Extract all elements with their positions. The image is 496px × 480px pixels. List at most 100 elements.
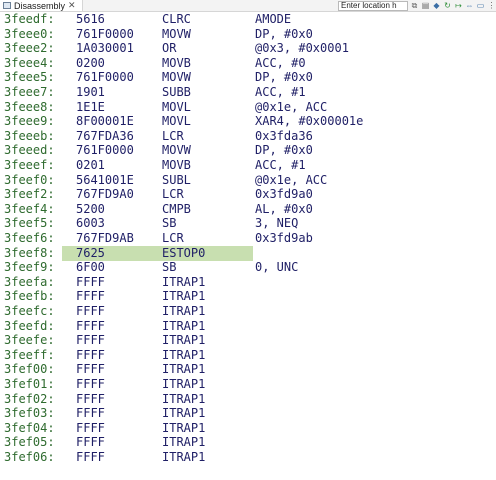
opcode-cell: 5641001E — [76, 172, 134, 187]
operands-cell: 0x3fd9a0 — [255, 187, 313, 202]
link-icon[interactable]: ⇔ — [465, 1, 474, 10]
address-cell: 3fef04: — [4, 420, 55, 435]
opcode-cell: FFFF — [76, 304, 105, 318]
disassembly-row[interactable]: 3feef4: 5200 CMPB AL, #0x0 — [0, 202, 496, 217]
tab-disassembly[interactable]: Disassembly ✕ — [0, 0, 83, 11]
disassembly-row[interactable]: 3feefa: FFFF ITRAP1 — [0, 275, 496, 290]
mnemonic-cell: ITRAP1 — [162, 333, 206, 348]
address-cell: 3fef05: — [4, 435, 55, 450]
mnemonic-cell: ITRAP1 — [162, 274, 206, 289]
mnemonic-cell: ITRAP1 — [162, 289, 206, 304]
pin-icon[interactable]: ◆ — [432, 1, 441, 10]
bookmark-icon[interactable]: ▤ — [421, 1, 430, 10]
refresh-icon[interactable]: ↻ — [443, 1, 452, 10]
mnemonic-cell: ESTOP0 — [162, 245, 206, 260]
mnemonic-cell: LCR — [162, 128, 184, 143]
view-menu-icon[interactable]: ⋮ — [487, 1, 496, 10]
address-cell: 3fef06: — [4, 450, 55, 464]
disassembly-row[interactable]: 3feef5: 6003 SB 3, NEQ — [0, 216, 496, 231]
disassembly-row[interactable]: 3feefd: FFFF ITRAP1 — [0, 319, 496, 334]
mnemonic-cell: CLRC — [162, 12, 191, 26]
disassembly-row[interactable]: 3feeed: 761F0000 MOVW DP, #0x0 — [0, 143, 496, 158]
disassembly-row[interactable]: 3feef9: 6F00 SB 0, UNC — [0, 260, 496, 275]
address-cell: 3feef5: — [4, 216, 55, 231]
disassembly-row[interactable]: 3feedf: 5616 CLRC AMODE — [0, 12, 496, 27]
disassembly-row[interactable]: 3feef2: 767FD9A0 LCR 0x3fd9a0 — [0, 187, 496, 202]
operands-cell: DP, #0x0 — [255, 70, 313, 85]
disassembly-row[interactable]: 3feee7: 1901 SUBB ACC, #1 — [0, 85, 496, 100]
mnemonic-cell: ITRAP1 — [162, 362, 206, 377]
opcode-cell: FFFF — [76, 450, 105, 464]
disassembly-row[interactable]: 3feef6: 767FD9AB LCR 0x3fd9ab — [0, 231, 496, 246]
opcode-cell: FFFF — [76, 289, 105, 304]
disassembly-row[interactable]: 3fef03: FFFF ITRAP1 — [0, 406, 496, 421]
disassembly-row[interactable]: 3fef01: FFFF ITRAP1 — [0, 377, 496, 392]
close-icon[interactable]: ✕ — [68, 1, 76, 10]
opcode-cell: 1901 — [76, 85, 105, 99]
operands-cell: 0, UNC — [255, 260, 299, 275]
address-cell: 3feef8: — [4, 245, 55, 260]
disassembly-row[interactable]: 3feee0: 761F0000 MOVW DP, #0x0 — [0, 27, 496, 42]
opcode-cell: FFFF — [76, 406, 105, 421]
opcode-cell: 8F00001E — [76, 114, 134, 129]
mnemonic-cell: ITRAP1 — [162, 347, 206, 362]
mnemonic-cell: LCR — [162, 231, 184, 245]
address-cell: 3feefa: — [4, 274, 55, 289]
opcode-cell: FFFF — [76, 435, 105, 450]
copy-icon[interactable]: ⧉ — [410, 1, 419, 10]
disassembly-row[interactable]: 3feee2: 1A030001 OR @0x3, #0x0001 — [0, 41, 496, 56]
address-cell: 3feefe: — [4, 333, 55, 348]
mnemonic-cell: SB — [162, 216, 177, 231]
mnemonic-cell: CMPB — [162, 201, 191, 216]
disassembly-row[interactable]: 3fef00: FFFF ITRAP1 — [0, 362, 496, 377]
disassembly-row[interactable]: 3feee9: 8F00001E MOVL XAR4, #0x00001e — [0, 114, 496, 129]
disassembly-row[interactable]: 3feefe: FFFF ITRAP1 — [0, 333, 496, 348]
mnemonic-cell: OR — [162, 41, 177, 56]
address-cell: 3feefd: — [4, 318, 55, 333]
disassembly-row[interactable]: 3feefb: FFFF ITRAP1 — [0, 289, 496, 304]
disassembly-row[interactable]: 3fef06: FFFF ITRAP1 — [0, 450, 496, 465]
location-input[interactable]: Enter location h — [338, 0, 408, 11]
mnemonic-cell: ITRAP1 — [162, 391, 206, 406]
step-icon[interactable]: ↦ — [454, 1, 463, 10]
disassembly-row[interactable]: 3feee5: 761F0000 MOVW DP, #0x0 — [0, 70, 496, 85]
address-cell: 3feef2: — [4, 187, 55, 202]
minimize-icon[interactable]: ▭ — [476, 1, 485, 10]
opcode-cell: 767FD9A0 — [76, 187, 134, 202]
address-cell: 3feee9: — [4, 114, 55, 129]
disassembly-listing[interactable]: 3feedf: 5616 CLRC AMODE 3feee0: 761F0000 MOVW D… — [0, 12, 496, 480]
address-cell: 3feefc: — [4, 304, 55, 318]
disassembly-row[interactable]: 3feee8: 1E1E MOVL @0x1e, ACC — [0, 100, 496, 115]
disassembly-row[interactable]: 3feeeb: 767FDA36 LCR 0x3fda36 — [0, 129, 496, 144]
opcode-cell: 1E1E — [76, 99, 105, 114]
disassembly-row[interactable]: 3feee4: 0200 MOVB ACC, #0 — [0, 56, 496, 71]
operands-cell: @0x1e, ACC — [255, 172, 328, 187]
address-cell: 3fef01: — [4, 377, 55, 391]
opcode-cell: 0201 — [76, 158, 105, 172]
address-cell: 3feeeb: — [4, 128, 55, 143]
disassembly-row[interactable]: 3fef02: FFFF ITRAP1 — [0, 392, 496, 407]
disassembly-row[interactable]: 3fef04: FFFF ITRAP1 — [0, 421, 496, 436]
disassembly-row[interactable]: 3feef8: 7625 ESTOP0 — [0, 245, 496, 261]
disassembly-row[interactable]: 3fef05: FFFF ITRAP1 — [0, 435, 496, 450]
mnemonic-cell: SB — [162, 260, 177, 275]
disassembly-row[interactable]: 3feefc: FFFF ITRAP1 — [0, 304, 496, 319]
disassembly-row[interactable]: 3feef0: 5641001E SUBL @0x1e, ACC — [0, 173, 496, 188]
address-cell: 3feedf: — [4, 12, 55, 26]
address-cell: 3feee7: — [4, 85, 55, 99]
opcode-cell: 767FDA36 — [76, 128, 134, 143]
operands-cell: XAR4, #0x00001e — [255, 114, 364, 129]
address-cell: 3feee8: — [4, 99, 55, 114]
operands-cell: AMODE — [255, 12, 292, 26]
disassembly-row[interactable]: 3feeef: 0201 MOVB ACC, #1 — [0, 158, 496, 173]
mnemonic-cell: ITRAP1 — [162, 304, 206, 318]
disassembly-row[interactable]: 3feeff: FFFF ITRAP1 — [0, 348, 496, 363]
opcode-cell: 6003 — [76, 216, 105, 231]
mnemonic-cell: MOVL — [162, 99, 191, 114]
opcode-cell: 761F0000 — [76, 143, 134, 158]
operands-cell: ACC, #1 — [255, 158, 306, 172]
mnemonic-cell: MOVL — [162, 114, 191, 129]
address-cell: 3feef9: — [4, 260, 55, 275]
mnemonic-cell: SUBL — [162, 172, 191, 187]
address-cell: 3fef03: — [4, 406, 55, 421]
